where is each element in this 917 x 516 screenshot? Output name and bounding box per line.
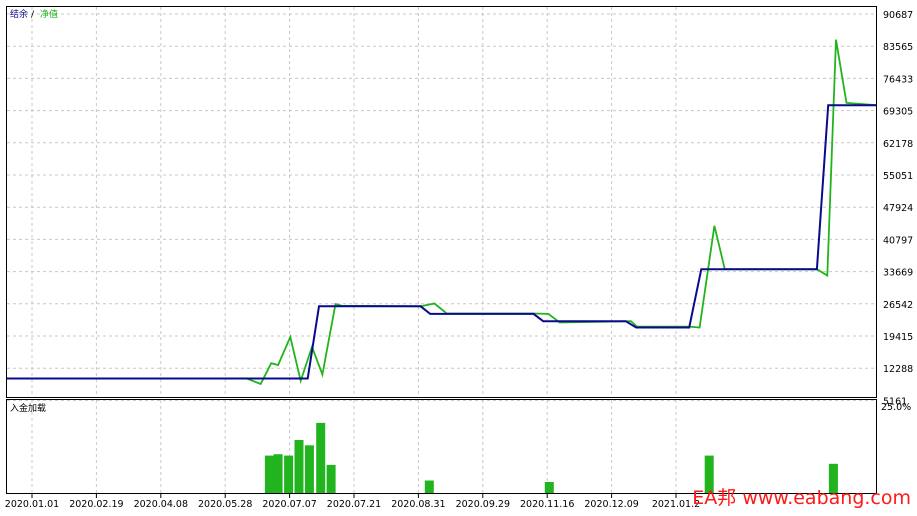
equity-line bbox=[7, 39, 877, 386]
deposit-bar bbox=[284, 455, 294, 493]
sub-y-tick: 25.0% bbox=[881, 402, 911, 413]
y-tick-label: 90687 bbox=[883, 10, 913, 21]
legend-equity: 净值 bbox=[40, 8, 58, 20]
y-tick-label: 69305 bbox=[883, 107, 913, 118]
y-tick-label: 76433 bbox=[883, 74, 913, 85]
y-tick-label: 12288 bbox=[883, 364, 913, 375]
deposit-bar bbox=[424, 480, 434, 493]
x-axis-ticks: 2020.01.01 2020.02.19 2020.04.08 2020.05.28… bbox=[5, 494, 700, 510]
x-tick-label: 2020.02.19 bbox=[69, 499, 123, 510]
legend-separator: / bbox=[31, 10, 35, 20]
equity-balance-chart: 90687 83565 76433 69305 62178 55051 47924 40797… bbox=[5, 6, 913, 510]
y-tick-label: 19415 bbox=[883, 332, 913, 343]
main-grid bbox=[7, 7, 876, 401]
y-tick-label: 55051 bbox=[883, 171, 913, 182]
deposit-load-bars bbox=[264, 422, 838, 493]
watermark: EA邦 www.eabang.com bbox=[692, 487, 911, 509]
x-tick-label: 2020.09.29 bbox=[456, 499, 510, 510]
main-plot-frame bbox=[6, 6, 877, 398]
x-tick-label: 2020.04.08 bbox=[134, 499, 188, 510]
deposit-bar bbox=[294, 440, 304, 493]
sub-grid bbox=[31, 400, 677, 493]
x-tick-label: 2020.08.31 bbox=[391, 499, 445, 510]
legend: 结余 / 净值 bbox=[10, 8, 58, 20]
balance-line bbox=[7, 104, 876, 380]
deposit-bar bbox=[316, 422, 326, 493]
y-axis-ticks: 90687 83565 76433 69305 62178 55051 47924 40797… bbox=[883, 10, 913, 407]
x-tick-label: 2020.07.07 bbox=[262, 499, 316, 510]
x-tick-label: 2020.11.16 bbox=[520, 499, 574, 510]
deposit-bar bbox=[544, 482, 554, 493]
deposit-bar bbox=[304, 445, 314, 493]
deposit-bar bbox=[326, 464, 336, 493]
x-tick-label: 2020.07.21 bbox=[327, 499, 381, 510]
series-lines bbox=[7, 39, 877, 386]
deposit-bar bbox=[273, 454, 283, 493]
y-tick-label: 26542 bbox=[883, 300, 913, 311]
legend-balance: 结余 bbox=[10, 8, 28, 20]
y-tick-label: 83565 bbox=[883, 42, 913, 53]
x-tick-label: 2020.12.09 bbox=[584, 499, 638, 510]
x-tick-label: 2020.01.01 bbox=[5, 499, 59, 510]
y-tick-label: 40797 bbox=[883, 235, 913, 246]
y-tick-label: 47924 bbox=[883, 203, 913, 214]
sub-plot-frame bbox=[6, 399, 877, 494]
x-tick-label: 2020.05.28 bbox=[198, 499, 252, 510]
sub-chart-label: 入金加载 bbox=[10, 402, 46, 414]
deposit-bar bbox=[264, 455, 274, 493]
y-tick-label: 62178 bbox=[883, 139, 913, 150]
y-tick-label: 33669 bbox=[883, 268, 913, 279]
